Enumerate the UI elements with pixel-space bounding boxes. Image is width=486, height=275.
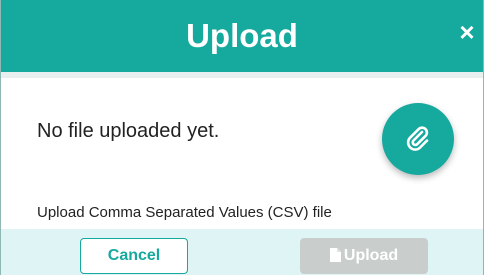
upload-dialog: Upload × No file uploaded yet. Upload Co…	[0, 0, 484, 275]
header-divider	[1, 72, 483, 78]
paperclip-icon	[406, 126, 429, 151]
empty-state-message: No file uploaded yet.	[37, 120, 220, 142]
close-button[interactable]: ×	[455, 16, 479, 48]
dialog-header: Upload ×	[1, 0, 483, 72]
attach-file-button[interactable]	[382, 103, 454, 175]
upload-button[interactable]: Upload	[300, 238, 428, 274]
file-icon	[329, 248, 341, 262]
upload-button-label: Upload	[343, 247, 399, 264]
cancel-button[interactable]: Cancel	[80, 238, 188, 274]
dialog-title: Upload	[186, 17, 298, 54]
file-type-hint: Upload Comma Separated Values (CSV) file	[37, 204, 332, 221]
dialog-footer: Cancel Upload	[1, 229, 483, 275]
